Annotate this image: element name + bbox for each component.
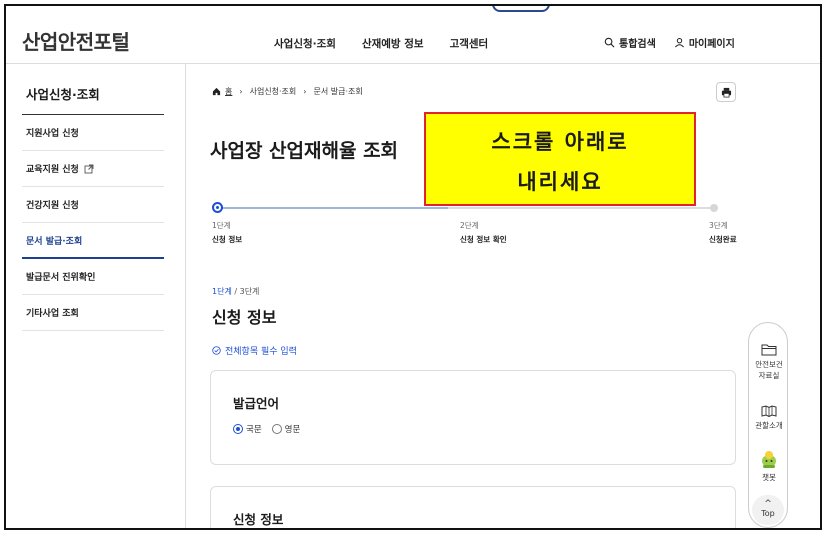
home-icon (212, 87, 221, 96)
sidebar-item-document-verify[interactable]: 발급문서 진위확인 (22, 259, 164, 295)
step-2-number: 2단계 (460, 221, 479, 230)
print-button[interactable] (716, 82, 736, 102)
radio-english-circle[interactable] (271, 424, 282, 434)
step-1-label: 신청 정보 (212, 235, 243, 244)
breadcrumb-home-label: 홈 (225, 87, 233, 96)
overlay-line-2: 내리세요 (517, 170, 603, 194)
sidebar-item-health-apply[interactable]: 건강지원 신청 (22, 187, 164, 223)
search-label: 통합검색 (619, 39, 656, 50)
header-utility: 통합검색 마이페이지 (604, 35, 735, 50)
progress-stepper: 1단계 신청 정보 2단계 신청 정보 확인 3단계 신청완료 (210, 202, 740, 252)
site-logo[interactable]: 산업안전포털 (22, 26, 130, 55)
nav-item-apply[interactable]: 사업신청·조회 (274, 36, 336, 51)
scroll-top-label: Top (761, 509, 775, 518)
step-indicator: 1단계 / 3단계 (212, 286, 259, 297)
site-header: 산업안전포털 사업신청·조회 산재예방 정보 고객센터 통합검색 마이페이지 (6, 12, 820, 64)
main-nav: 사업신청·조회 산재예방 정보 고객센터 (274, 36, 488, 51)
sidebar-item-support-apply[interactable]: 지원사업 신청 (22, 115, 164, 151)
check-circle-icon (212, 346, 221, 355)
step-3-number: 3단계 (709, 221, 728, 230)
breadcrumb-home[interactable]: 홈 (212, 86, 232, 97)
page-title: 사업장 산업재해율 조회 (210, 140, 399, 162)
search-icon (604, 37, 615, 48)
breadcrumb: 홈 › 사업신청·조회 › 문서 발급·조회 (212, 86, 363, 97)
sidebar-item-label: 건강지원 신청 (26, 201, 79, 211)
chatbot-icon (762, 451, 776, 468)
step-1-number: 1단계 (212, 221, 231, 230)
info-card-title: 신청 정보 (233, 512, 284, 527)
radio-english[interactable]: 영문 (271, 423, 301, 435)
top-pill-button[interactable] (492, 6, 550, 12)
external-link-icon (84, 164, 94, 173)
section-title: 신청 정보 (212, 308, 277, 327)
quick-item-chatbot[interactable]: 챗봇 (749, 449, 789, 483)
radio-korean-circle[interactable] (233, 424, 243, 434)
sidebar-item-other[interactable]: 기타사업 조회 (22, 295, 164, 331)
breadcrumb-item[interactable]: 사업신청·조회 (250, 86, 297, 97)
nav-item-prevention[interactable]: 산재예방 정보 (362, 36, 424, 51)
sidebar-item-label: 발급문서 진위확인 (26, 273, 96, 283)
quick-item-archive-label: 안전보건 자료실 (755, 360, 783, 380)
language-radio-group: 국문 영문 (233, 423, 300, 435)
folder-icon (761, 344, 777, 356)
sidebar-list: 지원사업 신청 교육지원 신청 건강지원 신청 문서 발급·조회 발급문서 진위… (22, 115, 164, 331)
scroll-hint-overlay: 스크롤 아래로 내리세요 (424, 112, 696, 206)
required-note-text: 전체항목 필수 입력 (225, 347, 297, 357)
step-2-label: 신청 정보 확인 (460, 235, 507, 244)
mypage-button[interactable]: 마이페이지 (674, 35, 735, 50)
radio-korean-label: 국문 (246, 425, 262, 435)
radio-korean[interactable]: 국문 (233, 423, 262, 435)
sidebar-item-label: 교육지원 신청 (26, 165, 79, 175)
sidebar-title: 사업신청·조회 (26, 87, 100, 102)
step-1-dot (212, 202, 223, 213)
user-icon (674, 37, 684, 48)
sidebar-item-label: 지원사업 신청 (26, 129, 79, 139)
overlay-line-1: 스크롤 아래로 (491, 130, 629, 154)
quick-item-archive[interactable]: 안전보건 자료실 (749, 343, 789, 381)
quick-item-chatbot-label: 챗봇 (762, 473, 776, 482)
breadcrumb-current: 문서 발급·조회 (313, 87, 363, 96)
step-indicator-current: 1단계 (212, 287, 232, 296)
quick-item-jurisdiction[interactable]: 관할소개 (749, 405, 789, 431)
nav-item-support[interactable]: 고객센터 (450, 36, 489, 51)
scroll-top-button[interactable]: ^ Top (752, 495, 784, 525)
map-icon (761, 405, 777, 417)
chevron-right-icon: › (239, 87, 243, 96)
info-card: 신청 정보 (210, 486, 736, 528)
sidebar-item-document-issue[interactable]: 문서 발급·조회 (22, 223, 164, 259)
quick-item-jurisdiction-label: 관할소개 (755, 421, 783, 430)
search-button[interactable]: 통합검색 (604, 35, 656, 50)
language-card: 발급언어 국문 영문 (210, 370, 736, 465)
sidebar-item-label: 기타사업 조회 (26, 309, 79, 319)
language-card-title: 발급언어 (233, 396, 280, 411)
step-3-label: 신청완료 (709, 235, 737, 244)
radio-english-label: 영문 (284, 425, 301, 435)
browser-frame: 산업안전포털 사업신청·조회 산재예방 정보 고객센터 통합검색 마이페이지 사… (4, 4, 822, 530)
step-indicator-total: / 3단계 (234, 287, 260, 296)
mypage-label: 마이페이지 (688, 39, 735, 50)
required-note: 전체항목 필수 입력 (212, 344, 297, 357)
step-3-dot (710, 204, 718, 212)
printer-icon (721, 87, 731, 97)
chevron-right-icon: › (303, 87, 307, 96)
sidebar-item-label: 문서 발급·조회 (26, 236, 83, 247)
chevron-up-icon: ^ (764, 499, 772, 509)
sidebar-item-education-apply[interactable]: 교육지원 신청 (22, 151, 164, 187)
stepper-progress (218, 207, 448, 209)
sidebar: 사업신청·조회 지원사업 신청 교육지원 신청 건강지원 신청 문서 발급·조회… (6, 64, 186, 528)
quick-menu: 안전보건 자료실 관할소개 챗봇 ^ Top (748, 322, 788, 528)
